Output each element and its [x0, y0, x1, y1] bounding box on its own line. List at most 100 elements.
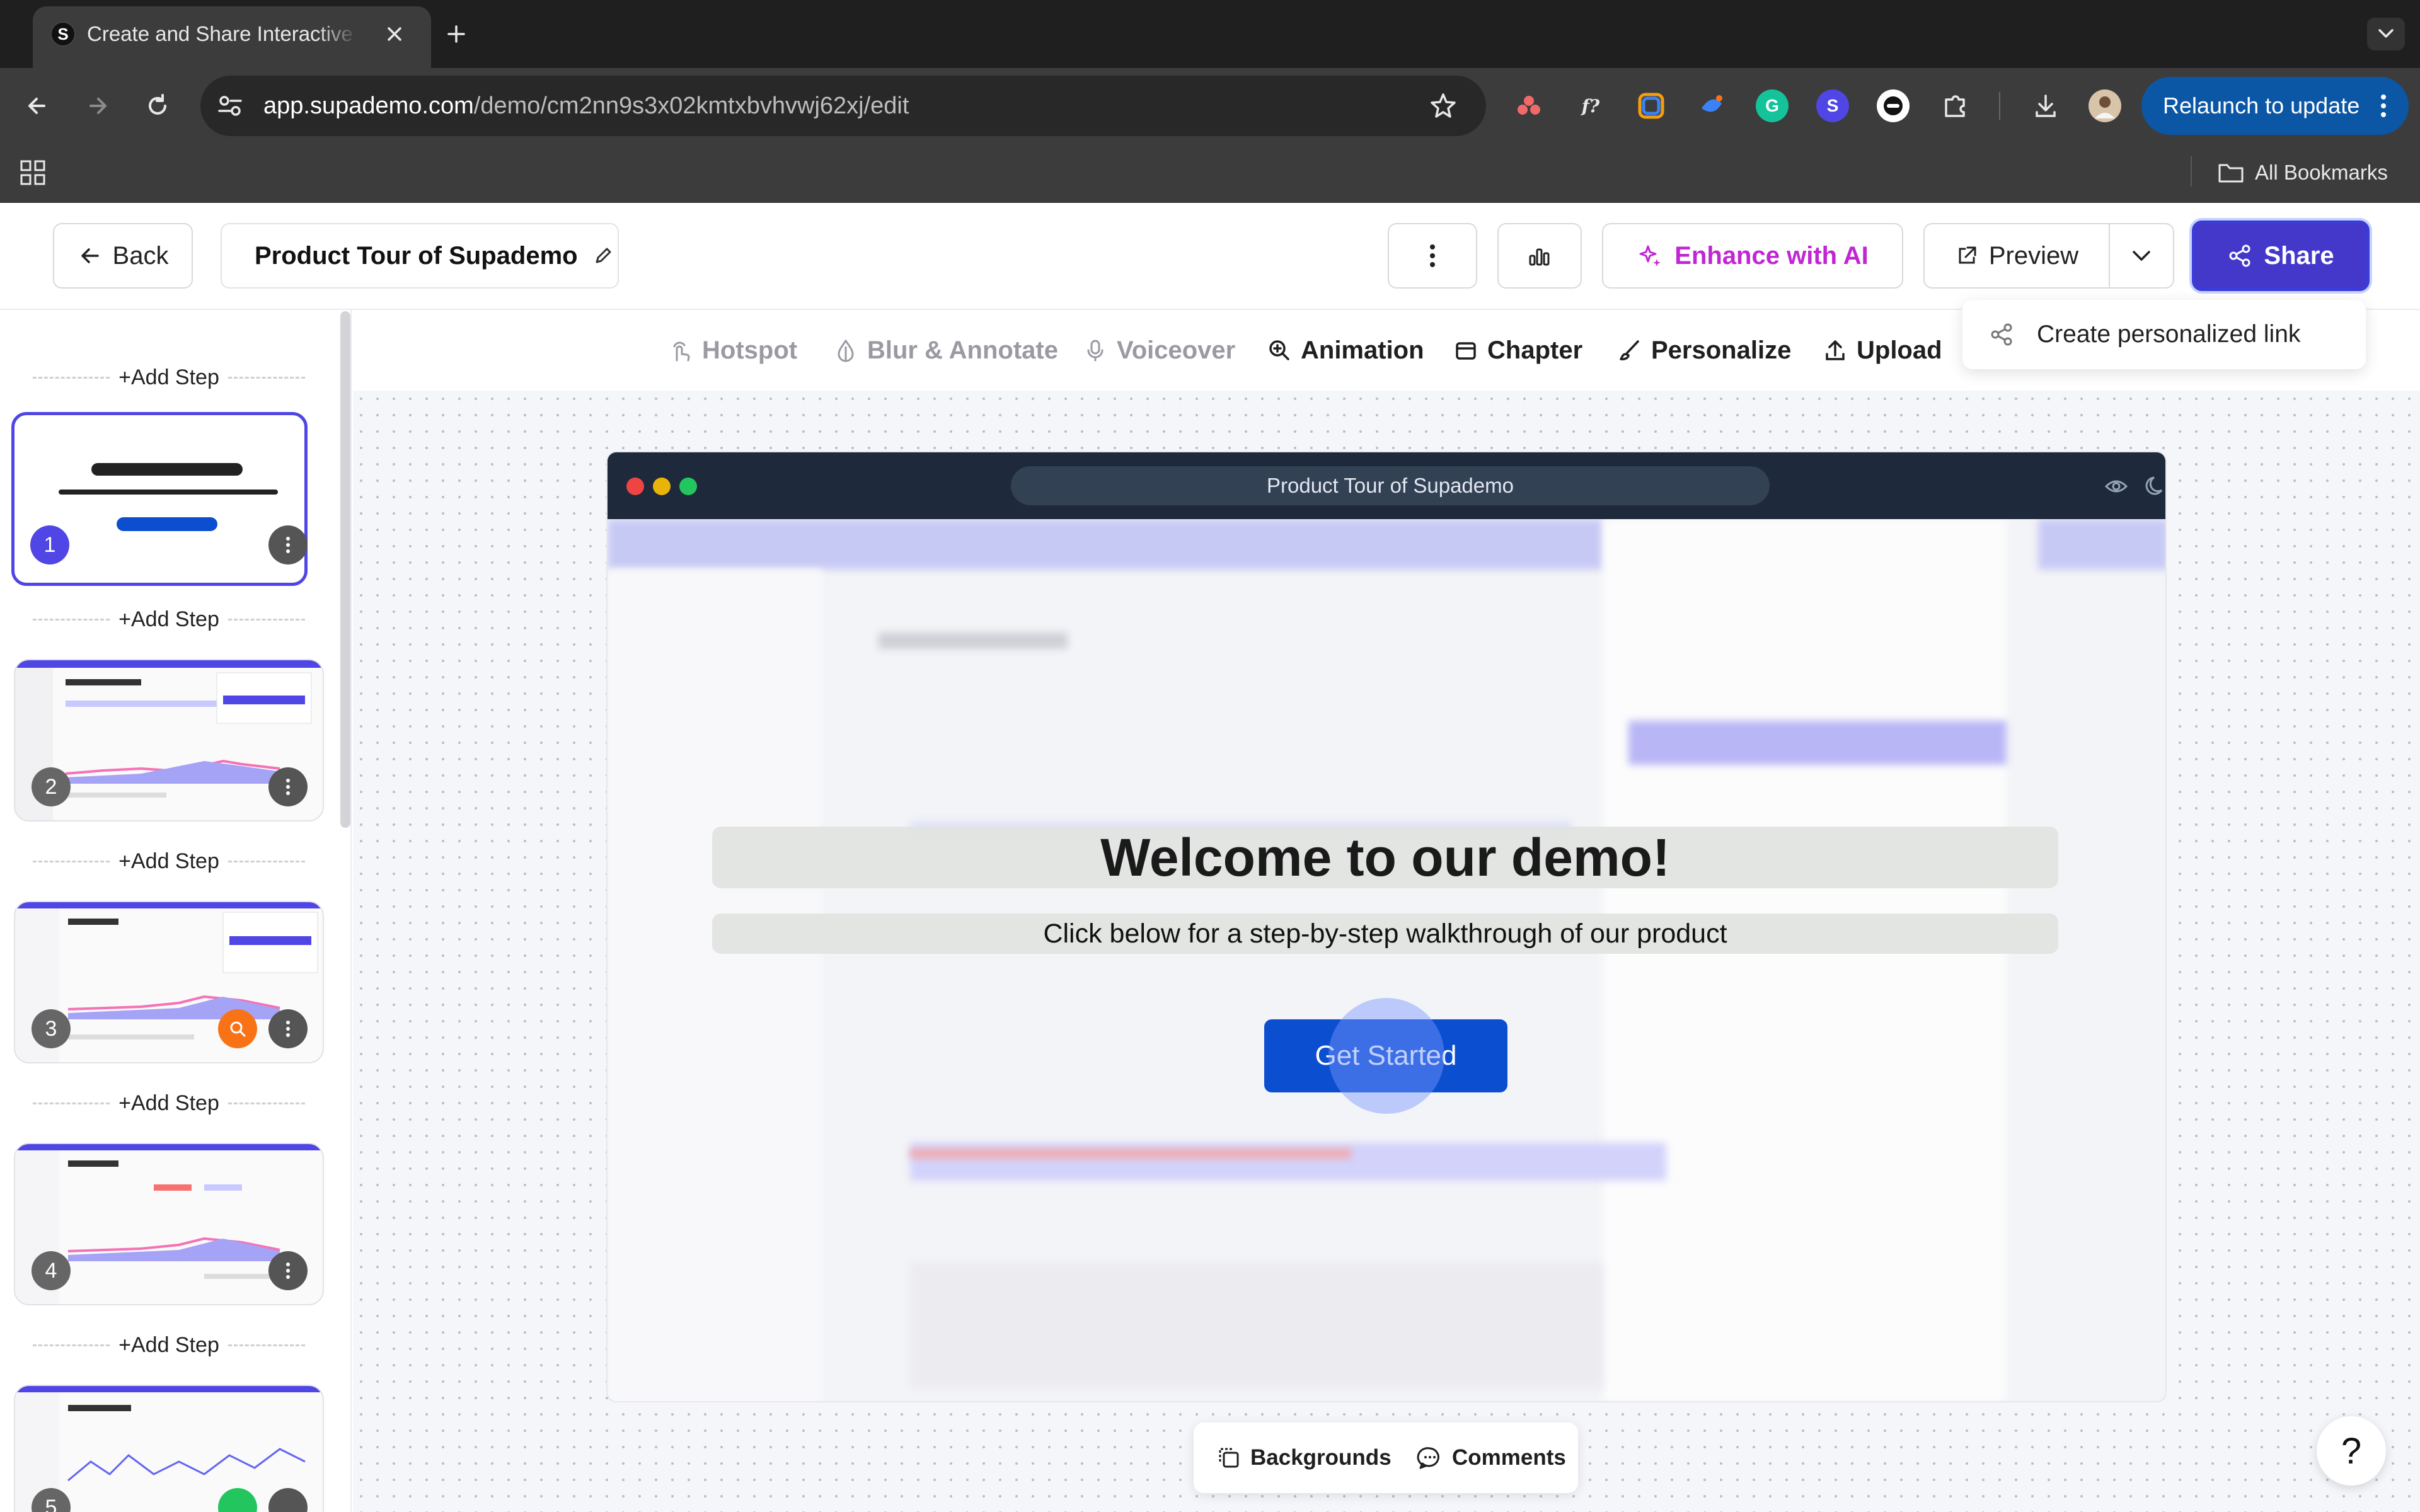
add-step-label: +Add Step [118, 607, 219, 631]
personalize-tool[interactable]: Personalize [1617, 331, 1791, 369]
focus-icon[interactable] [1877, 89, 1910, 122]
backgrounds-icon [1219, 1448, 1239, 1468]
create-personalized-link-menu-item[interactable]: Create personalized link [1962, 300, 2366, 369]
bookmarks-separator [2191, 156, 2192, 186]
share-label: Share [2264, 241, 2334, 270]
back-button[interactable]: Back [53, 223, 193, 289]
window-minimize-dot [653, 478, 671, 495]
analytics-button[interactable] [1497, 223, 1582, 289]
step-menu-button[interactable] [268, 767, 308, 806]
pencil-edit-icon [596, 248, 611, 263]
more-options-button[interactable] [1388, 223, 1477, 289]
help-button[interactable]: ? [2317, 1416, 2386, 1486]
comments-label: Comments [1452, 1445, 1566, 1470]
backgrounds-label: Backgrounds [1250, 1445, 1392, 1470]
browser-menu-kebab-icon[interactable] [2371, 91, 2396, 121]
zoom-icon [1269, 340, 1289, 360]
upload-icon [1826, 340, 1845, 360]
demo-window-title: Product Tour of Supademo [1011, 466, 1770, 505]
preview-button[interactable]: Preview [1923, 223, 2110, 289]
ai-assistant-icon[interactable] [1695, 89, 1728, 122]
step-menu-button[interactable] [268, 1251, 308, 1290]
add-step-label: +Add Step [118, 365, 219, 389]
voiceover-label: Voiceover [1117, 336, 1236, 364]
reload-icon[interactable] [135, 83, 180, 129]
url-path: /demo/cm2nn9s3x02kmtxbvhvwj62xj/edit [473, 93, 909, 119]
toolbar-separator [1999, 92, 2000, 120]
bookmark-star-icon[interactable] [1427, 89, 1460, 122]
sidebar-scrollbar[interactable] [340, 311, 350, 828]
url-text[interactable]: app.supademo.com/demo/cm2nn9s3x02kmtxbvh… [263, 91, 1272, 121]
site-info-tune-icon[interactable] [214, 91, 247, 121]
extensions-puzzle-icon[interactable] [1939, 89, 1971, 122]
profile-avatar[interactable] [2089, 89, 2121, 122]
new-tab-plus-icon[interactable] [441, 19, 471, 49]
step-menu-button[interactable] [268, 1009, 308, 1048]
upload-label: Upload [1857, 336, 1942, 364]
all-bookmarks-folder[interactable]: All Bookmarks [2217, 158, 2406, 188]
bar-chart-icon [1529, 248, 1550, 266]
step-number-badge: 3 [32, 1009, 71, 1048]
hotspot-label: Hotspot [702, 336, 798, 364]
tab-close-icon[interactable] [381, 20, 408, 48]
preview-options-dropdown[interactable] [2109, 223, 2174, 289]
add-step-button[interactable]: +Add Step [33, 362, 305, 393]
add-step-button[interactable]: +Add Step [33, 1087, 305, 1119]
personalize-label: Personalize [1651, 336, 1792, 364]
color-picker-icon[interactable] [1635, 89, 1668, 122]
add-step-label: +Add Step [118, 1091, 219, 1115]
tab-search-chevron-icon[interactable] [2367, 18, 2405, 50]
animation-tool[interactable]: Animation [1267, 331, 1424, 369]
add-step-label: +Add Step [118, 849, 219, 873]
demo-window-titlebar: Product Tour of Supademo [608, 452, 2167, 519]
share-link-icon [1991, 323, 2012, 346]
add-step-button[interactable]: +Add Step [33, 845, 305, 877]
create-personalized-link-label: Create personalized link [2037, 321, 2301, 348]
share-button[interactable]: Share [2192, 220, 2370, 291]
hotspot-tool[interactable]: Hotspot [668, 331, 797, 369]
kebab-icon [1430, 244, 1435, 267]
forward-arrow-icon[interactable] [74, 83, 120, 129]
supademo-extension-icon[interactable]: S [1816, 89, 1849, 122]
fx-icon[interactable]: f? [1574, 89, 1607, 122]
window-maximize-dot [679, 478, 697, 495]
hotspot-pulse-indicator[interactable] [1328, 998, 1444, 1114]
back-arrow-icon[interactable] [15, 83, 60, 129]
comment-bubble-icon [1417, 1447, 1439, 1469]
apps-grid-icon[interactable] [19, 159, 48, 188]
grammarly-icon[interactable]: G [1756, 89, 1789, 122]
folder-icon [2218, 164, 2244, 183]
share-nodes-icon [2229, 244, 2250, 267]
blur-annotate-tool[interactable]: Blur & Annotate [833, 331, 1058, 369]
hotspot-icon [673, 341, 690, 362]
downloads-icon[interactable] [2029, 89, 2062, 122]
microphone-icon [1087, 340, 1103, 362]
chapter-tool[interactable]: Chapter [1453, 331, 1582, 369]
upload-tool[interactable]: Upload [1823, 331, 1942, 369]
add-step-button[interactable]: +Add Step [33, 604, 305, 635]
preview-split-button: Preview [1923, 223, 2174, 289]
relaunch-to-update-button[interactable]: Relaunch to update [2141, 77, 2409, 135]
animation-label: Animation [1301, 336, 1424, 364]
external-link-icon [1959, 246, 1976, 264]
backgrounds-button[interactable]: Backgrounds [1216, 1440, 1392, 1475]
url-host: app.supademo.com [263, 93, 474, 119]
moon-icon[interactable] [2143, 474, 2167, 499]
preview-label: Preview [1988, 241, 2079, 270]
eye-icon[interactable] [2104, 475, 2129, 498]
asana-icon[interactable] [1512, 89, 1545, 122]
demo-title: Product Tour of Supademo [255, 241, 578, 270]
chapter-icon [1456, 342, 1476, 360]
demo-title-field[interactable]: Product Tour of Supademo [221, 223, 619, 289]
brush-icon [1620, 340, 1639, 360]
comments-button[interactable]: Comments [1417, 1440, 1566, 1475]
enhance-with-ai-button[interactable]: Enhance with AI [1602, 223, 1903, 289]
add-step-button[interactable]: +Add Step [33, 1329, 305, 1361]
chapter-label: Chapter [1487, 336, 1583, 364]
add-step-label: +Add Step [118, 1332, 219, 1357]
step-number-badge: 4 [32, 1251, 71, 1290]
step-menu-button[interactable] [268, 525, 308, 564]
voiceover-tool[interactable]: Voiceover [1083, 331, 1235, 369]
blur-annotate-label: Blur & Annotate [867, 336, 1058, 364]
welcome-title: Welcome to our demo! [1100, 828, 1670, 887]
